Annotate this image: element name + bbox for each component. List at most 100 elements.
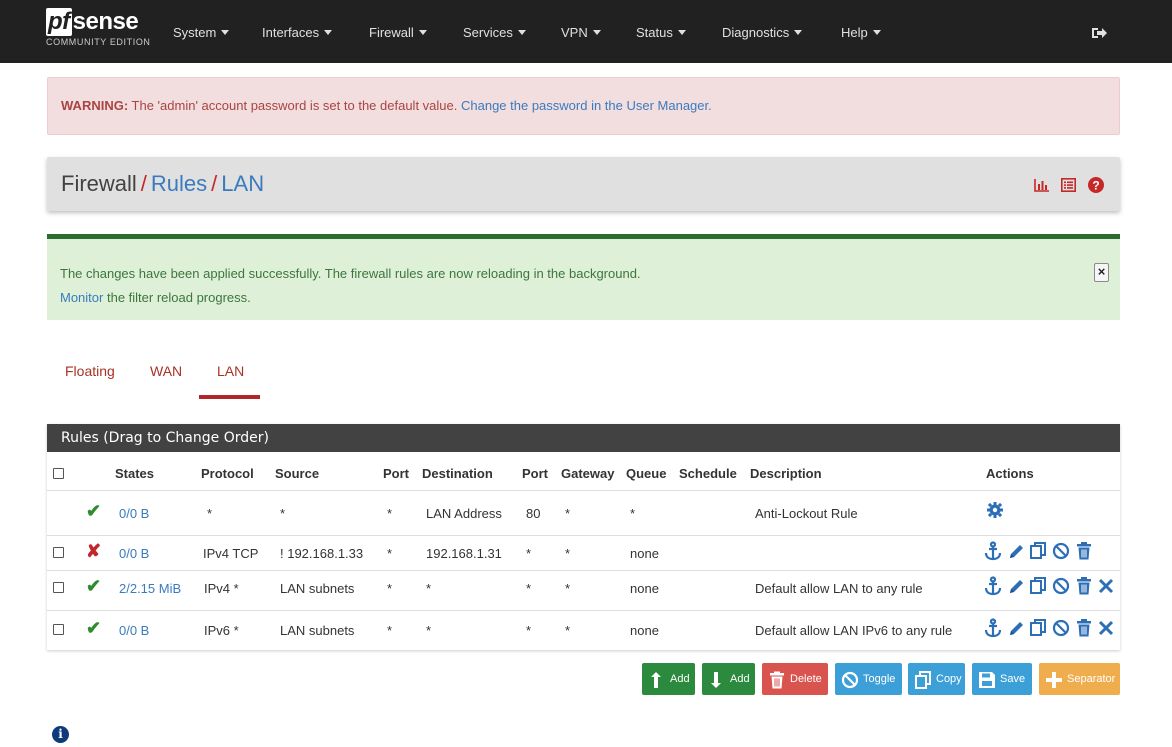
column-header[interactable]: Protocol — [201, 466, 254, 481]
nav-menu-services[interactable]: Services — [463, 24, 526, 42]
row-divider — [47, 535, 1120, 536]
breadcrumb-firewall: Firewall — [61, 171, 137, 196]
row-checkbox[interactable] — [53, 547, 64, 558]
copy-icon[interactable] — [1029, 576, 1047, 596]
select-all-checkbox[interactable] — [53, 468, 64, 479]
pencil-icon[interactable] — [1007, 576, 1025, 596]
destination-port: * — [526, 546, 532, 561]
nav-menu-firewall[interactable]: Firewall — [369, 24, 427, 42]
check-icon: ✔ — [86, 576, 102, 596]
copy-icon[interactable] — [1029, 618, 1047, 638]
tab-wan[interactable]: WAN — [150, 363, 182, 379]
check-icon: ✔ — [86, 501, 102, 521]
protocol: * — [207, 506, 213, 521]
destination-port: * — [526, 623, 532, 638]
ban-icon[interactable] — [1052, 618, 1070, 638]
column-header[interactable]: States — [115, 466, 154, 481]
column-header[interactable]: Port — [522, 466, 548, 481]
source-port: * — [387, 581, 393, 596]
nav-menu-diagnostics[interactable]: Diagnostics — [722, 24, 803, 42]
chevron-down-icon — [794, 30, 803, 35]
close-alert-button[interactable]: × — [1094, 263, 1109, 282]
nav-menu-help[interactable]: Help — [841, 24, 881, 42]
trash-icon[interactable] — [1075, 576, 1093, 596]
gear-icon[interactable] — [986, 501, 1004, 521]
tab-floating[interactable]: Floating — [65, 363, 115, 379]
chevron-down-icon — [221, 30, 230, 35]
gateway: * — [565, 506, 571, 521]
nav-label: VPN — [561, 25, 588, 40]
column-header[interactable]: Source — [275, 466, 319, 481]
save-button[interactable]: Save — [972, 663, 1032, 695]
info-icon[interactable]: i — [52, 726, 69, 743]
delete-button[interactable]: Delete — [762, 663, 828, 695]
column-header[interactable]: Queue — [626, 466, 666, 481]
chevron-down-icon — [324, 30, 333, 35]
list-icon[interactable] — [1061, 178, 1077, 195]
logo-edition: COMMUNITY EDITION — [46, 37, 151, 47]
states-link[interactable]: 0/0 B — [119, 623, 149, 638]
anchor-icon[interactable] — [984, 618, 1002, 638]
anchor-icon[interactable] — [984, 541, 1002, 561]
success-message: The changes have been applied successful… — [60, 266, 641, 281]
add-top-button[interactable]: Add — [642, 663, 695, 695]
column-header[interactable]: Schedule — [679, 466, 737, 481]
destination: 192.168.1.31 — [426, 546, 502, 561]
breadcrumb: Firewall / Rules / LAN ? — [47, 157, 1120, 211]
times-icon[interactable] — [1097, 618, 1115, 638]
pencil-icon[interactable] — [1007, 541, 1025, 561]
times-icon[interactable] — [1097, 576, 1115, 596]
nav-menu-interfaces[interactable]: Interfaces — [262, 24, 333, 42]
nav-label: Services — [463, 25, 513, 40]
states-link[interactable]: 0/0 B — [119, 546, 149, 561]
button-label: Copy — [936, 673, 962, 685]
states-link[interactable]: 0/0 B — [119, 506, 149, 521]
pencil-icon[interactable] — [1007, 618, 1025, 638]
row-checkbox[interactable] — [53, 582, 64, 593]
trash-icon[interactable] — [1075, 618, 1093, 638]
sign-out-icon[interactable] — [1091, 25, 1107, 41]
rules-heading: Rules (Drag to Change Order) — [47, 424, 1120, 452]
warning-text: The 'admin' account password is set to t… — [128, 98, 461, 113]
description: Anti-Lockout Rule — [755, 506, 858, 521]
button-label: Add — [670, 673, 690, 685]
breadcrumb-separator: / — [211, 171, 218, 196]
add-bottom-button[interactable]: Add — [702, 663, 755, 695]
destination: LAN Address — [426, 506, 502, 521]
chevron-down-icon — [872, 30, 881, 35]
column-header[interactable]: Port — [383, 466, 409, 481]
ban-icon[interactable] — [1052, 576, 1070, 596]
tab-lan[interactable]: LAN — [217, 363, 244, 379]
pfsense-logo[interactable]: pf sense COMMUNITY EDITION — [46, 8, 156, 58]
description: Default allow LAN IPv6 to any rule — [755, 623, 953, 638]
nav-label: Status — [636, 25, 673, 40]
breadcrumb-separator: / — [140, 171, 147, 196]
row-divider — [47, 570, 1120, 571]
copy-icon[interactable] — [1029, 541, 1047, 561]
ban-icon[interactable] — [1052, 541, 1070, 561]
copy-button[interactable]: Copy — [908, 663, 965, 695]
column-header[interactable]: Description — [750, 466, 822, 481]
states-link[interactable]: 2/2.15 MiB — [119, 581, 181, 596]
toggle-button[interactable]: Toggle — [835, 663, 902, 695]
anchor-icon[interactable] — [984, 576, 1002, 596]
breadcrumb-lan[interactable]: LAN — [221, 171, 264, 196]
queue: none — [630, 623, 659, 638]
nav-menu-vpn[interactable]: VPN — [561, 24, 601, 42]
column-header[interactable]: Destination — [422, 466, 493, 481]
monitor-link[interactable]: Monitor — [60, 290, 103, 305]
nav-menu-system[interactable]: System — [173, 24, 230, 42]
change-password-link[interactable]: Change the password in the User Manager. — [461, 98, 712, 113]
destination: * — [426, 623, 432, 638]
nav-menu-status[interactable]: Status — [636, 24, 686, 42]
separator-button[interactable]: Separator — [1039, 663, 1120, 695]
trash-icon — [768, 670, 786, 689]
bar-chart-icon[interactable] — [1033, 178, 1050, 195]
trash-icon[interactable] — [1075, 541, 1093, 561]
top-navbar: pf sense COMMUNITY EDITION System Interfa… — [0, 0, 1172, 63]
breadcrumb-rules[interactable]: Rules — [151, 171, 207, 196]
help-icon[interactable]: ? — [1088, 177, 1104, 196]
row-checkbox[interactable] — [53, 624, 64, 635]
column-header[interactable]: Gateway — [561, 466, 614, 481]
queue: none — [630, 546, 659, 561]
